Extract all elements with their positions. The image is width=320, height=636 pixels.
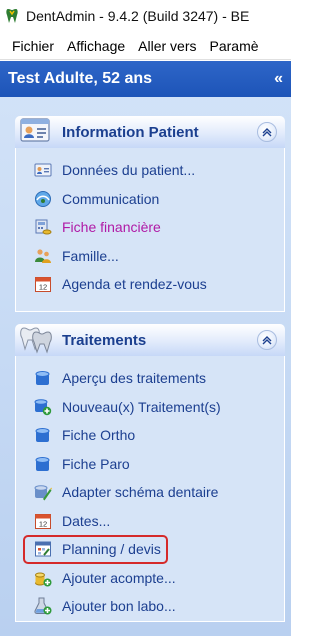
group-header-traitements[interactable]: Traitements	[15, 324, 285, 356]
nav-label: Ajouter bon labo...	[62, 598, 176, 615]
calendar-icon: 12	[35, 277, 51, 293]
nav-ajouter-acompte[interactable]: Ajouter acompte...	[16, 564, 284, 593]
patient-name: Test Adulte, 52 ans	[8, 70, 153, 87]
group-information-patient: Information Patient Données du patient..…	[15, 116, 285, 312]
svg-text:12: 12	[39, 519, 47, 528]
nav-label: Communication	[62, 190, 160, 207]
nav-dates[interactable]: 12 Dates...	[16, 507, 284, 536]
nav-communication[interactable]: Communication	[16, 185, 284, 214]
title-bar: DentAdmin - 9.4.2 (Build 3247) - BE	[0, 0, 291, 32]
app-tooth-icon	[6, 9, 18, 23]
communication-icon	[35, 190, 51, 207]
nav-nouveau-traitement[interactable]: Nouveau(x) Traitement(s)	[16, 393, 284, 422]
chevron-up-icon	[262, 336, 272, 345]
collapse-sidebar-button[interactable]: «	[274, 70, 283, 88]
nav-label: Agenda et rendez-vous	[62, 276, 207, 293]
menu-aller-vers[interactable]: Aller vers	[131, 38, 202, 54]
svg-text:12: 12	[39, 283, 47, 292]
chevron-up-icon	[262, 128, 272, 137]
navigation-sidebar: Test Adulte, 52 ans « Information Patien…	[0, 61, 291, 636]
menu-parametres[interactable]: Paramè	[203, 38, 265, 54]
nav-fiche-paro[interactable]: Fiche Paro	[16, 450, 284, 479]
patient-header: Test Adulte, 52 ans «	[0, 61, 291, 97]
group-header-information-patient[interactable]: Information Patient	[15, 116, 285, 148]
nav-famille[interactable]: Famille...	[16, 242, 284, 271]
nav-label: Famille...	[62, 247, 119, 264]
tooth-add-icon	[34, 398, 52, 415]
treatments-icon	[20, 327, 52, 354]
nav-planning-devis[interactable]: Planning / devis	[16, 535, 284, 564]
nav-label: Ajouter acompte...	[62, 569, 176, 586]
window-title: DentAdmin - 9.4.2 (Build 3247) - BE	[26, 8, 250, 24]
calendar-icon: 12	[35, 513, 51, 529]
group-body-information-patient: Données du patient... Communication Fich…	[15, 148, 285, 312]
planning-icon	[35, 541, 51, 557]
coins-add-icon	[35, 572, 52, 587]
group-body-traitements: Aperçu des traitements Nouveau(x) Traite…	[15, 356, 285, 622]
nav-label: Fiche financière	[62, 219, 161, 236]
nav-label: Dates...	[62, 512, 111, 529]
nav-label: Planning / devis	[62, 541, 161, 558]
group-title: Traitements	[62, 331, 147, 349]
nav-fiche-financiere[interactable]: Fiche financière	[16, 213, 284, 242]
nav-ajouter-bon-labo[interactable]: Ajouter bon labo...	[16, 592, 284, 621]
menu-fichier[interactable]: Fichier	[0, 38, 60, 54]
nav-label: Adapter schéma dentaire	[62, 484, 219, 501]
menu-affichage[interactable]: Affichage	[60, 38, 131, 54]
menu-bar: Fichier Affichage Aller vers Paramè	[0, 32, 291, 60]
nav-agenda[interactable]: 12 Agenda et rendez-vous	[16, 270, 284, 299]
lab-add-icon	[34, 597, 52, 615]
patient-data-icon	[34, 163, 52, 177]
collapse-group-button[interactable]	[257, 330, 277, 350]
nav-adapter-schema[interactable]: Adapter schéma dentaire	[16, 478, 284, 507]
family-icon	[35, 249, 51, 263]
tooth-icon	[35, 371, 50, 386]
finance-icon	[35, 219, 52, 235]
group-title: Information Patient	[62, 123, 199, 141]
nav-label: Fiche Ortho	[62, 427, 136, 444]
collapse-group-button[interactable]	[257, 122, 277, 142]
tooth-edit-icon	[34, 485, 52, 501]
group-traitements: Traitements Aperçu des traitements Nouve…	[15, 324, 285, 622]
nav-label: Aperçu des traitements	[62, 370, 206, 387]
nav-apercu-traitements[interactable]: Aperçu des traitements	[16, 364, 284, 393]
nav-label: Données du patient...	[62, 162, 196, 179]
nav-label: Fiche Paro	[62, 455, 130, 472]
nav-fiche-ortho[interactable]: Fiche Ortho	[16, 421, 284, 450]
tooth-icon	[35, 456, 50, 471]
patient-card-icon	[20, 118, 50, 142]
nav-donnees-patient[interactable]: Données du patient...	[16, 156, 284, 185]
tooth-icon	[35, 428, 50, 443]
nav-label: Nouveau(x) Traitement(s)	[62, 398, 221, 415]
